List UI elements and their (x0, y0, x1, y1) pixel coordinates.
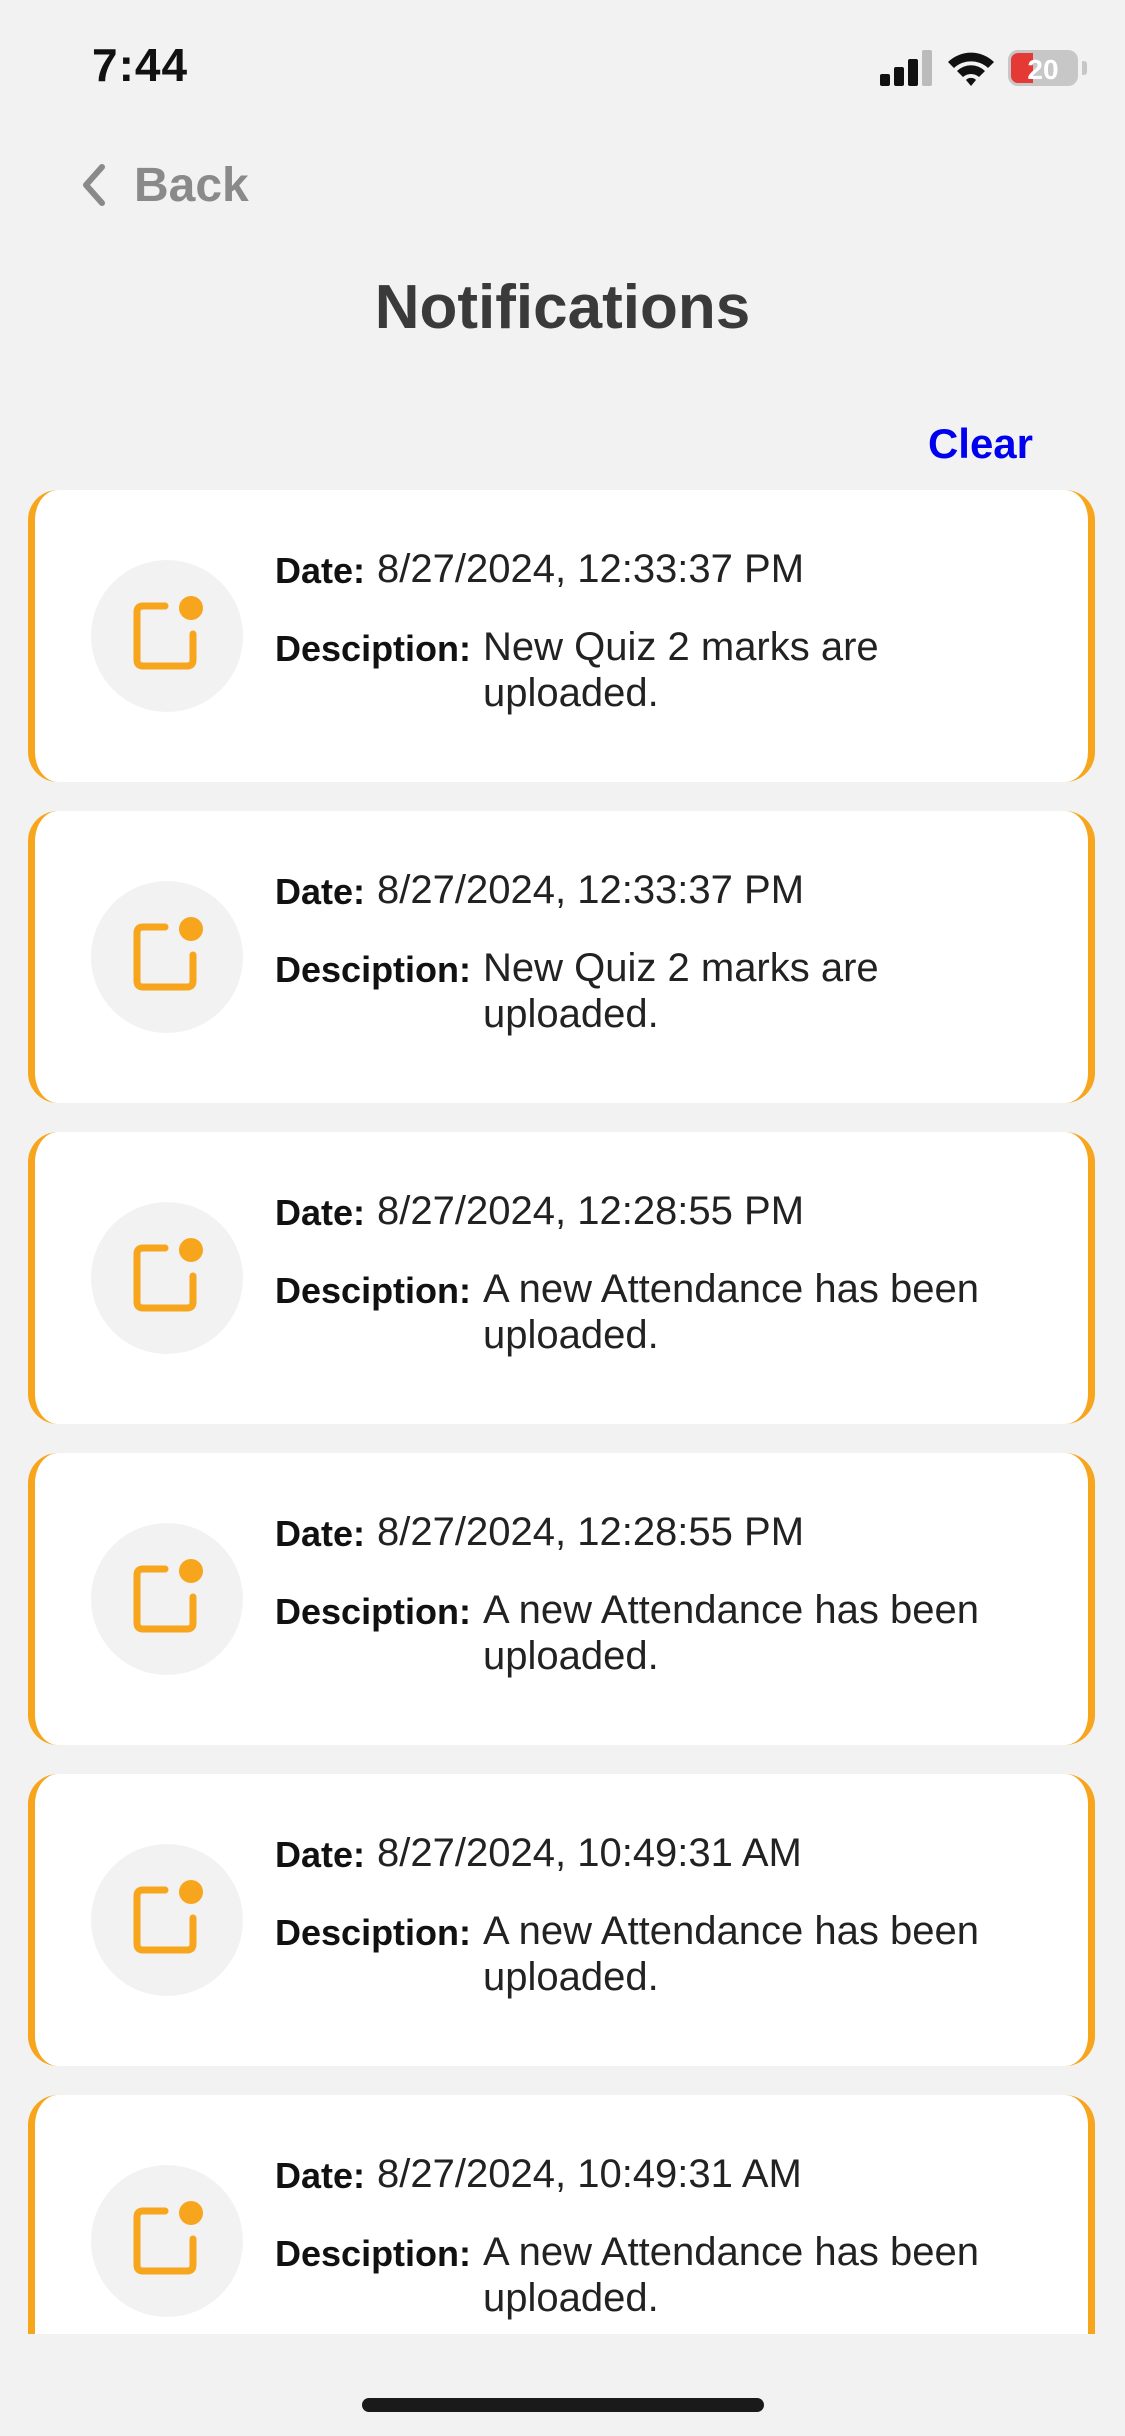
date-value: 8/27/2024, 10:49:31 AM (377, 2152, 802, 2196)
description-label: Desciption: (275, 1912, 472, 1953)
status-bar: 7:44 20 (0, 0, 1125, 135)
back-button[interactable]: Back (78, 155, 249, 215)
date-row: Date: 8/27/2024, 12:28:55 PM (275, 1188, 804, 1234)
date-value: 8/27/2024, 12:28:55 PM (377, 1510, 805, 1554)
description-row: Desciption: A new Attendance has been up… (275, 1266, 1043, 1358)
notification-card[interactable]: Date: 8/27/2024, 12:33:37 PM Desciption:… (28, 811, 1095, 1103)
battery-icon: 20 (1008, 50, 1078, 86)
date-row: Date: 8/27/2024, 12:33:37 PM (275, 546, 804, 592)
date-row: Date: 8/27/2024, 10:49:31 AM (275, 1830, 802, 1876)
description-value: A new Attendance has been uploaded. (483, 1588, 979, 1678)
notification-icon-badge (91, 1523, 243, 1675)
description-row: Desciption: New Quiz 2 marks are uploade… (275, 624, 1043, 716)
description-value: New Quiz 2 marks are uploaded. (483, 625, 879, 715)
cellular-signal-icon (880, 50, 932, 86)
notification-icon-badge (91, 560, 243, 712)
notification-card[interactable]: Date: 8/27/2024, 12:33:37 PM Desciption:… (28, 490, 1095, 782)
date-row: Date: 8/27/2024, 12:33:37 PM (275, 867, 804, 913)
home-indicator[interactable] (362, 2398, 764, 2412)
description-value: New Quiz 2 marks are uploaded. (483, 946, 879, 1036)
date-value: 8/27/2024, 12:33:37 PM (377, 868, 805, 912)
date-row: Date: 8/27/2024, 12:28:55 PM (275, 1509, 804, 1555)
notification-icon (133, 2201, 203, 2275)
description-label: Desciption: (275, 628, 472, 669)
notification-icon (133, 917, 203, 991)
clear-button[interactable]: Clear (928, 420, 1033, 468)
notification-icon (133, 1559, 203, 1633)
date-value: 8/27/2024, 10:49:31 AM (377, 1831, 802, 1875)
notification-icon-badge (91, 1844, 243, 1996)
wifi-icon (948, 52, 994, 86)
notification-list[interactable]: Date: 8/27/2024, 12:33:37 PM Desciption:… (28, 490, 1095, 2334)
date-value: 8/27/2024, 12:28:55 PM (377, 1189, 805, 1233)
description-value: A new Attendance has been uploaded. (483, 2230, 979, 2320)
date-label: Date: (275, 1834, 366, 1875)
description-label: Desciption: (275, 949, 472, 990)
notification-icon (133, 596, 203, 670)
description-label: Desciption: (275, 1270, 472, 1311)
notification-card[interactable]: Date: 8/27/2024, 10:49:31 AM Desciption:… (28, 2095, 1095, 2334)
description-row: Desciption: New Quiz 2 marks are uploade… (275, 945, 1043, 1037)
date-label: Date: (275, 2155, 366, 2196)
back-label: Back (134, 158, 249, 212)
notification-card[interactable]: Date: 8/27/2024, 12:28:55 PM Desciption:… (28, 1132, 1095, 1424)
notification-card[interactable]: Date: 8/27/2024, 10:49:31 AM Desciption:… (28, 1774, 1095, 2066)
description-label: Desciption: (275, 2233, 472, 2274)
battery-percent: 20 (1027, 54, 1059, 85)
notification-icon (133, 1238, 203, 1312)
chevron-left-icon (83, 164, 105, 206)
notifications-screen: 7:44 20 Back Notifications Clear Date: 8… (0, 0, 1125, 2436)
description-row: Desciption: A new Attendance has been up… (275, 1587, 1043, 1679)
date-row: Date: 8/27/2024, 10:49:31 AM (275, 2151, 802, 2197)
date-value: 8/27/2024, 12:33:37 PM (377, 547, 805, 591)
description-row: Desciption: A new Attendance has been up… (275, 2229, 1043, 2321)
notification-icon (133, 1880, 203, 1954)
status-time: 7:44 (92, 39, 189, 91)
description-value: A new Attendance has been uploaded. (483, 1909, 979, 1999)
page-title: Notifications (374, 273, 751, 342)
description-label: Desciption: (275, 1591, 472, 1632)
notification-icon-badge (91, 881, 243, 1033)
battery-cap (1082, 61, 1087, 75)
description-value: A new Attendance has been uploaded. (483, 1267, 979, 1357)
description-row: Desciption: A new Attendance has been up… (275, 1908, 1043, 2000)
notification-card[interactable]: Date: 8/27/2024, 12:28:55 PM Desciption:… (28, 1453, 1095, 1745)
notification-icon-badge (91, 1202, 243, 1354)
date-label: Date: (275, 1513, 366, 1554)
date-label: Date: (275, 1192, 366, 1233)
date-label: Date: (275, 871, 366, 912)
notification-icon-badge (91, 2165, 243, 2317)
date-label: Date: (275, 550, 366, 591)
